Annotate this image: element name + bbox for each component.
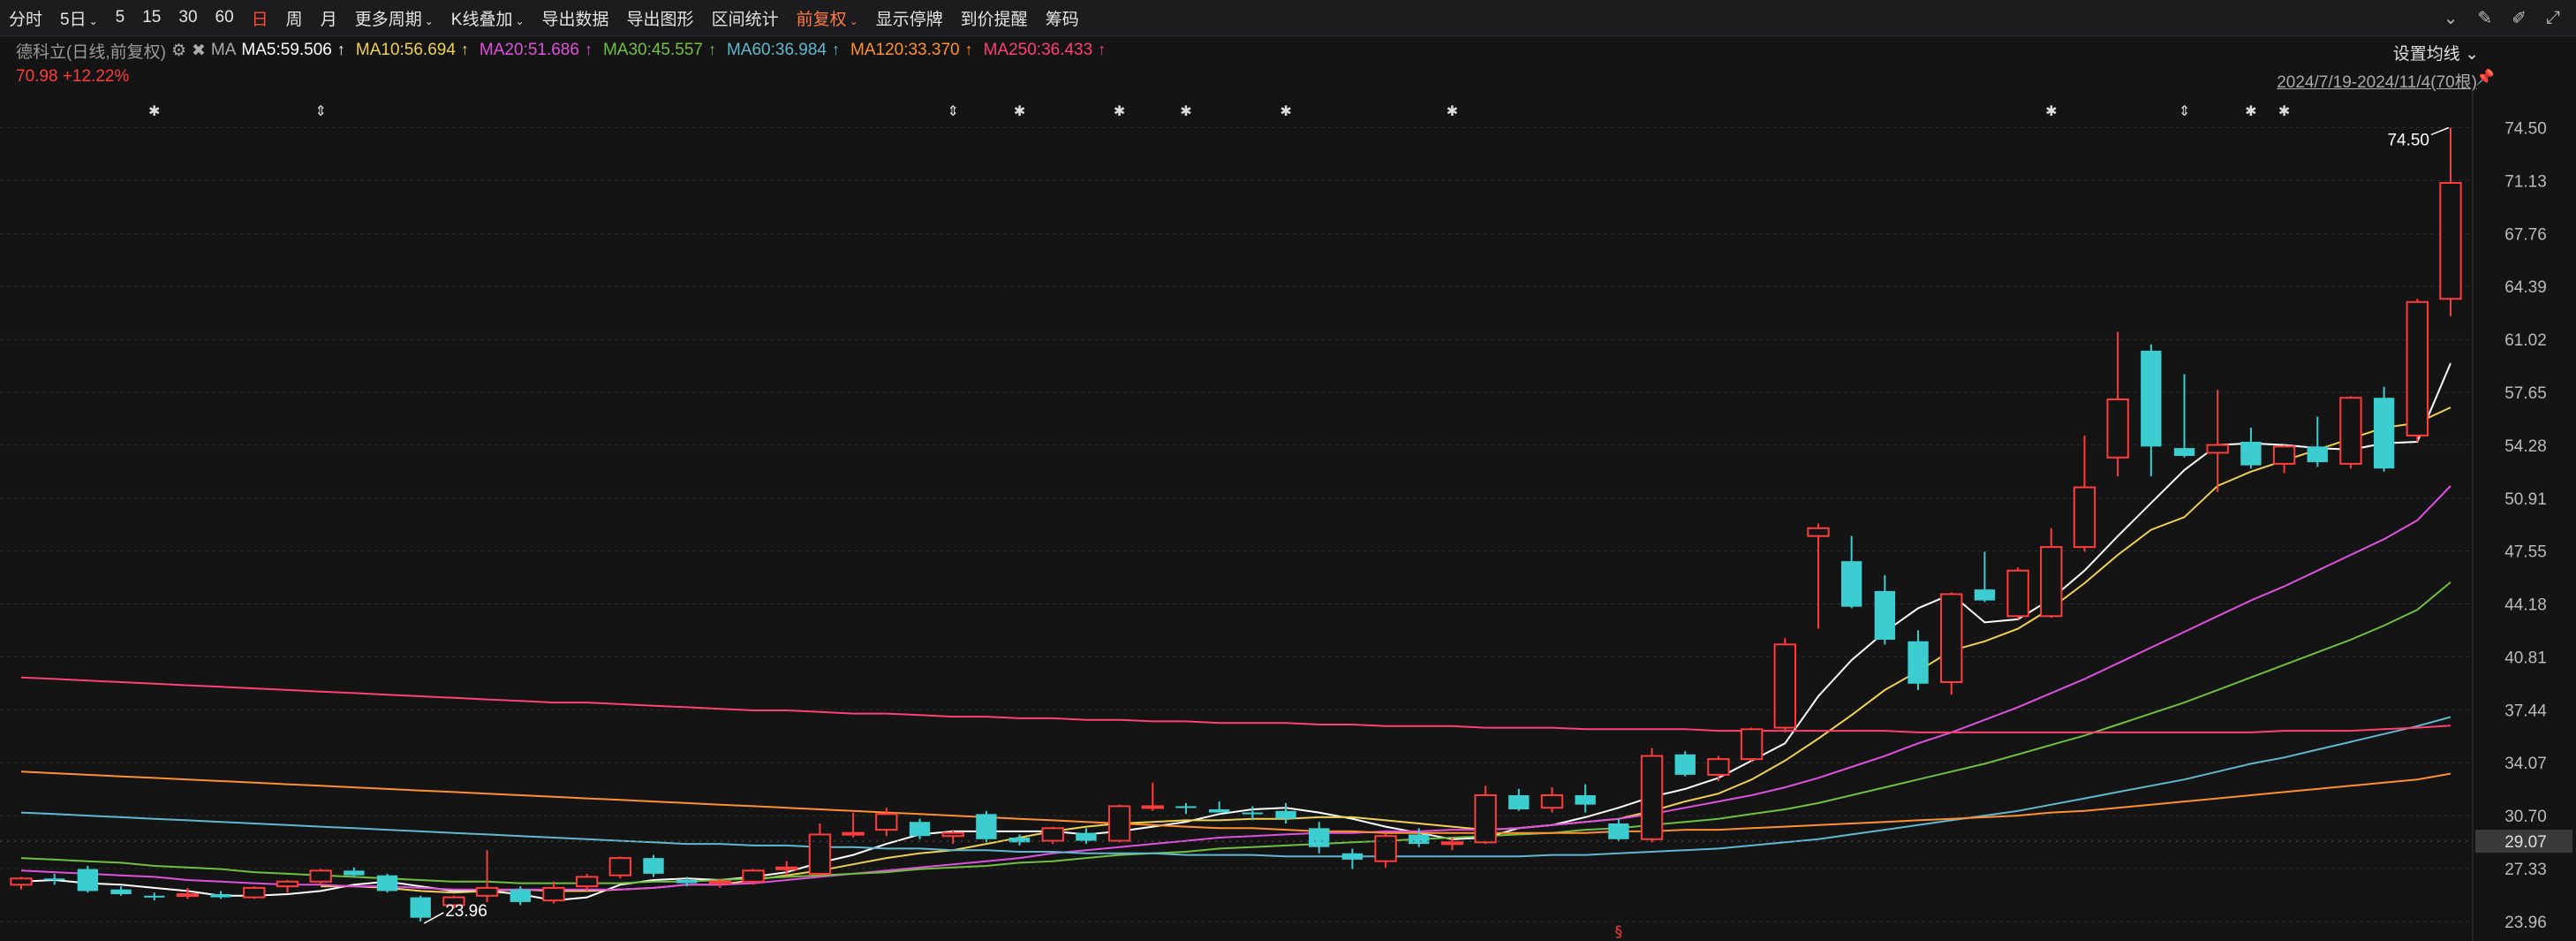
- candle[interactable]: [2339, 396, 2362, 469]
- candle[interactable]: [2307, 416, 2328, 467]
- event-marker-icon: ✱: [1180, 102, 1191, 119]
- event-marker-icon: ✱: [2045, 102, 2057, 119]
- y-tick-label: 30.70: [2504, 808, 2547, 826]
- dividend-marker-icon: §: [1615, 923, 1623, 941]
- high-price-label: 74.50: [2387, 131, 2429, 149]
- y-tick-label: 61.02: [2504, 331, 2547, 350]
- candle[interactable]: [376, 873, 398, 893]
- candle[interactable]: [1141, 782, 1164, 811]
- y-tick-label: 57.65: [2504, 384, 2547, 403]
- event-marker-icon: ⇕: [314, 102, 326, 119]
- ma-line-ma250: [20, 676, 2451, 733]
- candle[interactable]: [1341, 848, 1364, 869]
- y-tick-label: 54.28: [2504, 437, 2547, 456]
- candle[interactable]: [144, 892, 165, 901]
- y-tick-label: 71.13: [2504, 172, 2547, 191]
- candle[interactable]: [608, 856, 632, 879]
- candle[interactable]: [976, 810, 997, 843]
- candle[interactable]: [2006, 567, 2029, 619]
- candle[interactable]: [1974, 551, 1996, 603]
- candle[interactable]: [2406, 299, 2429, 442]
- candle[interactable]: [1674, 751, 1696, 777]
- candle[interactable]: [1575, 784, 1596, 813]
- high-pointer: [2430, 126, 2450, 136]
- candle[interactable]: [2240, 428, 2262, 469]
- candle[interactable]: [1608, 818, 1629, 841]
- candle[interactable]: [1840, 535, 1862, 609]
- candle[interactable]: [1208, 801, 1230, 813]
- candle[interactable]: [1907, 630, 1929, 690]
- candle[interactable]: [309, 869, 332, 885]
- y-tick-label: 40.81: [2504, 649, 2547, 667]
- candle[interactable]: [2272, 444, 2296, 474]
- candle[interactable]: [2439, 127, 2462, 316]
- event-marker-icon: ✱: [1114, 102, 1125, 119]
- candle[interactable]: [410, 895, 431, 922]
- candle[interactable]: [77, 866, 99, 893]
- candle[interactable]: [1807, 523, 1830, 629]
- y-tick-label: 37.44: [2504, 702, 2547, 720]
- low-price-label: 23.96: [445, 902, 487, 921]
- y-tick-label: 50.91: [2504, 490, 2547, 509]
- candle[interactable]: [44, 873, 65, 885]
- ma-line-ma60: [20, 716, 2451, 858]
- candle[interactable]: [2073, 435, 2096, 552]
- candle[interactable]: [2106, 331, 2129, 477]
- candle[interactable]: [1175, 802, 1197, 815]
- current-price-label: 29.07: [2504, 833, 2547, 852]
- y-tick-label: 64.39: [2504, 278, 2547, 297]
- candle[interactable]: [210, 891, 231, 899]
- candle[interactable]: [1707, 755, 1730, 781]
- candle[interactable]: [1374, 832, 1397, 868]
- candle[interactable]: [110, 886, 132, 896]
- y-tick-label: 27.33: [2504, 861, 2547, 879]
- candle[interactable]: [2373, 386, 2395, 472]
- candle[interactable]: [1076, 828, 1097, 845]
- candle[interactable]: [1874, 575, 1896, 645]
- candle[interactable]: [808, 823, 832, 876]
- candle[interactable]: [842, 812, 865, 838]
- event-marker-icon: ✱: [148, 102, 160, 119]
- candlestick-chart[interactable]: 74.50 71.13 67.76 64.39 61.02 57.65 54.28 50.91…: [0, 0, 2576, 941]
- candle[interactable]: [10, 876, 33, 890]
- candle[interactable]: [1474, 785, 1497, 845]
- event-marker-icon: ✱: [1447, 102, 1458, 119]
- candle[interactable]: [243, 886, 266, 899]
- y-tick-label: 23.96: [2504, 914, 2547, 932]
- event-marker-icon: ⇕: [2179, 102, 2190, 119]
- candle[interactable]: [475, 850, 499, 902]
- event-marker-icon: ⇕: [947, 102, 958, 119]
- candle[interactable]: [276, 880, 299, 893]
- candle[interactable]: [1940, 592, 1963, 695]
- candle[interactable]: [1640, 747, 1664, 843]
- y-tick-label: 67.76: [2504, 225, 2547, 244]
- event-marker-icon: ✱: [1014, 102, 1025, 119]
- candle[interactable]: [2040, 527, 2063, 618]
- candle[interactable]: [542, 881, 565, 904]
- event-marker-icon: ✱: [1280, 102, 1291, 119]
- y-tick-label: 74.50: [2504, 119, 2547, 138]
- ma-line-ma10: [321, 406, 2451, 894]
- candle[interactable]: [575, 873, 599, 892]
- y-tick-label: 44.18: [2504, 596, 2547, 614]
- candle[interactable]: [1508, 788, 1530, 811]
- candle[interactable]: [2206, 390, 2229, 492]
- candle[interactable]: [1740, 727, 1764, 763]
- event-marker-icon: ✱: [2278, 102, 2290, 119]
- candle[interactable]: [1107, 804, 1131, 843]
- y-tick-label: 47.55: [2504, 543, 2547, 562]
- candle[interactable]: [1309, 822, 1330, 854]
- candle[interactable]: [742, 869, 765, 885]
- candle[interactable]: [643, 854, 664, 877]
- candle[interactable]: [1773, 638, 1796, 732]
- ma-line-ma120: [20, 770, 2451, 834]
- event-marker-icon: ✱: [2245, 102, 2256, 119]
- y-tick-label: 34.07: [2504, 755, 2547, 773]
- candle[interactable]: [1275, 802, 1296, 823]
- candle[interactable]: [2141, 344, 2162, 477]
- candle[interactable]: [1540, 787, 1564, 813]
